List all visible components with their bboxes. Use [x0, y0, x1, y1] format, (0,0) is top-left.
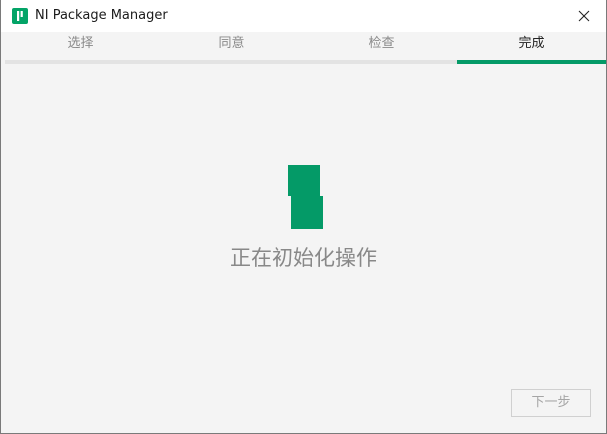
ni-spinner-icon [288, 165, 323, 229]
installer-window: NI Package Manager 选择 同意 检查 完成 正在初始化操作 下… [0, 0, 607, 434]
status-message: 正在初始化操作 [230, 246, 377, 270]
next-button[interactable]: 下一步 [511, 389, 591, 417]
